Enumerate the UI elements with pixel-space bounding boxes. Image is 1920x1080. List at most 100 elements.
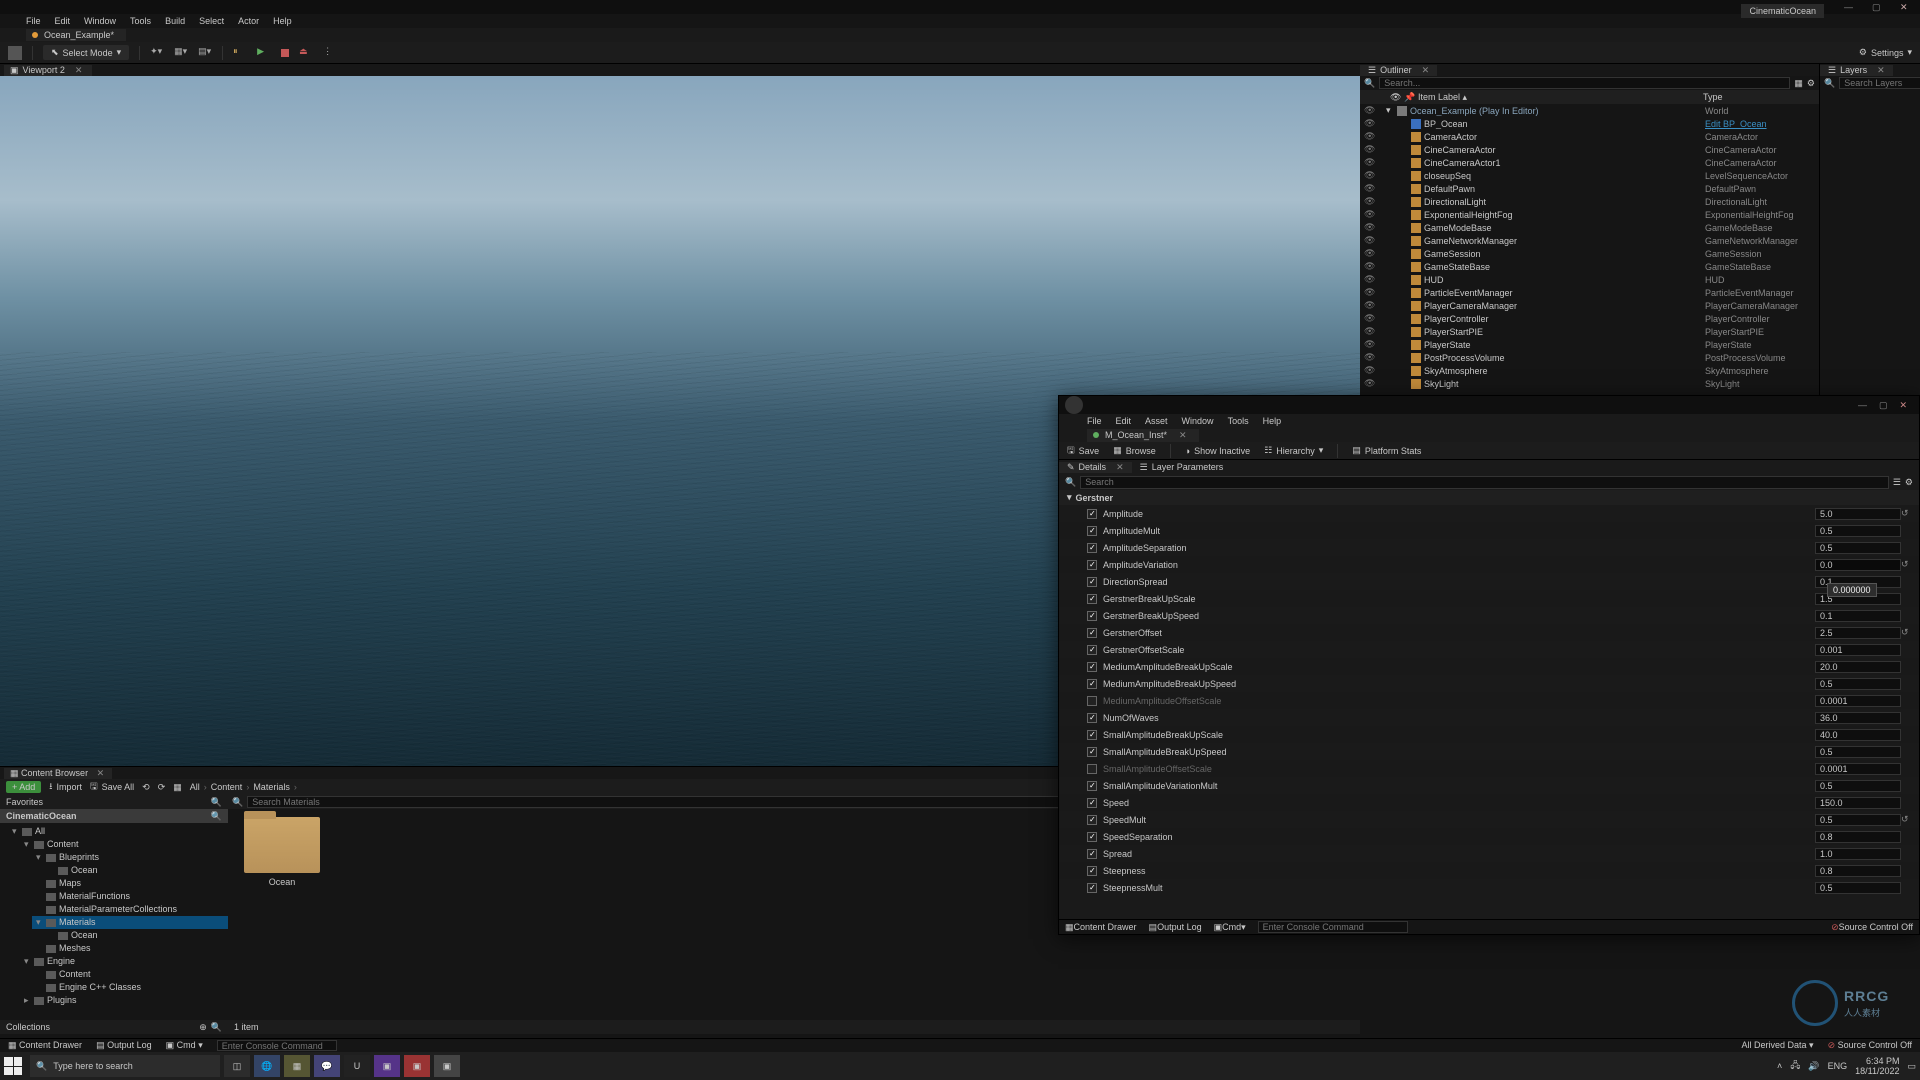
output-log-button[interactable]: ▤ Output Log xyxy=(96,1040,152,1051)
stop-icon[interactable] xyxy=(281,49,289,57)
outliner-row[interactable]: 👁GameModeBaseGameModeBase xyxy=(1360,221,1819,234)
param-override-checkbox[interactable] xyxy=(1087,543,1097,553)
start-button[interactable] xyxy=(4,1057,22,1075)
visibility-icon[interactable]: 👁 xyxy=(1364,183,1374,194)
parameter-list[interactable]: ▾ GerstnerAmplitude5.0↺AmplitudeMult0.5A… xyxy=(1059,490,1919,919)
param-override-checkbox[interactable] xyxy=(1087,883,1097,893)
visibility-icon[interactable]: 👁 xyxy=(1364,222,1374,233)
tree-node[interactable]: ▾All xyxy=(8,825,228,838)
outliner-row[interactable]: 👁HUDHUD xyxy=(1360,273,1819,286)
window-close-icon[interactable]: ✕ xyxy=(1899,400,1907,411)
taskbar-app[interactable]: 🌐 xyxy=(254,1055,280,1077)
tree-node[interactable]: ▾Content xyxy=(20,838,228,851)
param-group-gerstner[interactable]: ▾ Gerstner xyxy=(1059,490,1919,505)
show-inherit-button[interactable]: ◑Show Inactive xyxy=(1185,446,1250,456)
menu-item-edit[interactable]: Edit xyxy=(55,16,71,26)
search-icon[interactable]: 🔍 xyxy=(211,1022,222,1033)
outliner-row[interactable]: 👁ExponentialHeightFogExponentialHeightFo… xyxy=(1360,208,1819,221)
param-value-input[interactable]: 20.0 xyxy=(1815,661,1901,673)
filter-icon[interactable]: ☰ xyxy=(1893,477,1901,488)
expander-icon[interactable]: ▾ xyxy=(36,916,43,929)
param-override-checkbox[interactable] xyxy=(1087,679,1097,689)
source-tree[interactable]: ▾All▾Content▾BlueprintsOceanMapsMaterial… xyxy=(0,823,228,1020)
menu-item-actor[interactable]: Actor xyxy=(238,16,259,26)
outliner-tab[interactable]: ☰ Outliner ✕ xyxy=(1360,65,1437,76)
browse-button[interactable]: ▦Browse xyxy=(1113,445,1156,456)
hierarchy-dropdown[interactable]: ☷Hierarchy▾ xyxy=(1264,445,1323,456)
tree-node[interactable]: ▾Blueprints xyxy=(32,851,228,864)
close-icon[interactable]: ✕ xyxy=(75,65,83,76)
tray-chevron-icon[interactable]: ˄ xyxy=(1777,1061,1782,1071)
param-value-input[interactable]: 5.0 xyxy=(1815,508,1901,520)
window-minimize-icon[interactable]: — xyxy=(1844,2,1858,12)
console-input[interactable] xyxy=(217,1040,337,1051)
taskbar-app[interactable]: ▣ xyxy=(434,1055,460,1077)
visibility-icon[interactable]: 👁 xyxy=(1364,352,1374,363)
outliner-row[interactable]: 👁DirectionalLightDirectionalLight xyxy=(1360,195,1819,208)
param-override-checkbox[interactable] xyxy=(1087,509,1097,519)
menu-item-build[interactable]: Build xyxy=(165,16,185,26)
select-mode-dropdown[interactable]: ⬉ Select Mode ▾ xyxy=(43,45,129,60)
outliner-row[interactable]: 👁SkyAtmosphereSkyAtmosphere xyxy=(1360,364,1819,377)
notifications-icon[interactable]: ▭ xyxy=(1907,1061,1916,1072)
taskbar-app[interactable]: ▣ xyxy=(374,1055,400,1077)
console-input[interactable] xyxy=(1258,921,1408,933)
outliner-row[interactable]: 👁closeupSeqLevelSequenceActor xyxy=(1360,169,1819,182)
tree-node[interactable]: Engine C++ Classes xyxy=(32,981,228,994)
close-icon[interactable]: ✕ xyxy=(97,768,105,778)
tree-node[interactable]: ▸Plugins xyxy=(20,994,228,1007)
param-override-checkbox[interactable] xyxy=(1087,747,1097,757)
param-override-checkbox[interactable] xyxy=(1087,713,1097,723)
menu-item-tools[interactable]: Tools xyxy=(1228,416,1249,426)
param-value-input[interactable]: 0.1 xyxy=(1815,610,1901,622)
platform-stats-button[interactable]: ▤Platform Stats xyxy=(1352,445,1421,456)
content-browser-tab[interactable]: ▦ Content Browser ✕ xyxy=(4,768,112,779)
visibility-icon[interactable]: 👁 xyxy=(1364,339,1374,350)
settings-dropdown[interactable]: ⚙ Settings ▾ xyxy=(1859,47,1912,58)
param-override-checkbox[interactable] xyxy=(1087,832,1097,842)
save-button[interactable]: 🖫Save xyxy=(1067,443,1099,459)
window-minimize-icon[interactable]: — xyxy=(1858,400,1867,410)
outliner-row[interactable]: 👁PlayerStartPIEPlayerStartPIE xyxy=(1360,325,1819,338)
outliner-header-type[interactable]: Type xyxy=(1703,92,1813,102)
param-override-checkbox[interactable] xyxy=(1087,849,1097,859)
collections-header[interactable]: Collections ⊕ 🔍 xyxy=(0,1020,228,1034)
window-maximize-icon[interactable]: ▢ xyxy=(1872,2,1886,12)
expander-icon[interactable]: ▾ xyxy=(1067,492,1072,503)
visibility-icon[interactable]: 👁 xyxy=(1364,287,1374,298)
breadcrumb-segment[interactable]: Content xyxy=(211,782,243,792)
visibility-icon[interactable]: 👁 xyxy=(1364,313,1374,324)
param-override-checkbox[interactable] xyxy=(1087,526,1097,536)
expander-icon[interactable]: ▾ xyxy=(24,955,31,968)
param-override-checkbox[interactable] xyxy=(1087,594,1097,604)
eye-icon[interactable]: 👁 xyxy=(1390,92,1404,103)
add-collection-icon[interactable]: ⊕ xyxy=(199,1022,207,1033)
outliner-search-input[interactable] xyxy=(1379,77,1790,89)
material-instance-editor-window[interactable]: — ▢ ✕ FileEditAssetWindowToolsHelp M_Oce… xyxy=(1058,395,1920,935)
outliner-row[interactable]: 👁CineCameraActor1CineCameraActor xyxy=(1360,156,1819,169)
param-override-checkbox[interactable] xyxy=(1087,560,1097,570)
reset-to-default-icon[interactable]: ↺ xyxy=(1901,627,1911,638)
outliner-row[interactable]: 👁ParticleEventManagerParticleEventManage… xyxy=(1360,286,1819,299)
search-icon[interactable]: 🔍 xyxy=(211,797,222,808)
param-value-input[interactable]: 0.5 xyxy=(1815,882,1901,894)
menu-item-help[interactable]: Help xyxy=(1263,416,1282,426)
reset-to-default-icon[interactable]: ↺ xyxy=(1901,814,1911,825)
marketplace-icon[interactable]: ▦▾ xyxy=(174,46,188,60)
tree-node[interactable]: Ocean xyxy=(44,864,228,877)
visibility-icon[interactable]: 👁 xyxy=(1364,274,1374,285)
tree-node[interactable]: ▾Materials xyxy=(32,916,228,929)
menu-item-file[interactable]: File xyxy=(26,16,41,26)
volume-icon[interactable]: 🔊 xyxy=(1808,1061,1819,1072)
details-search-input[interactable] xyxy=(1080,476,1889,489)
content-drawer-button[interactable]: ▦ Content Drawer xyxy=(8,1040,82,1051)
visibility-icon[interactable]: 👁 xyxy=(1364,326,1374,337)
visibility-icon[interactable]: 👁 xyxy=(1364,365,1374,376)
close-icon[interactable]: ✕ xyxy=(1877,65,1885,76)
menu-item-edit[interactable]: Edit xyxy=(1116,416,1132,426)
outliner-row[interactable]: 👁SkyLightSkyLight xyxy=(1360,377,1819,390)
param-value-input[interactable]: 0.5 xyxy=(1815,525,1901,537)
save-all-button[interactable]: 🖫 Save All xyxy=(90,779,134,795)
taskbar-app[interactable]: U xyxy=(344,1055,370,1077)
outliner-header-label[interactable]: Item Label ▴ xyxy=(1418,92,1703,103)
